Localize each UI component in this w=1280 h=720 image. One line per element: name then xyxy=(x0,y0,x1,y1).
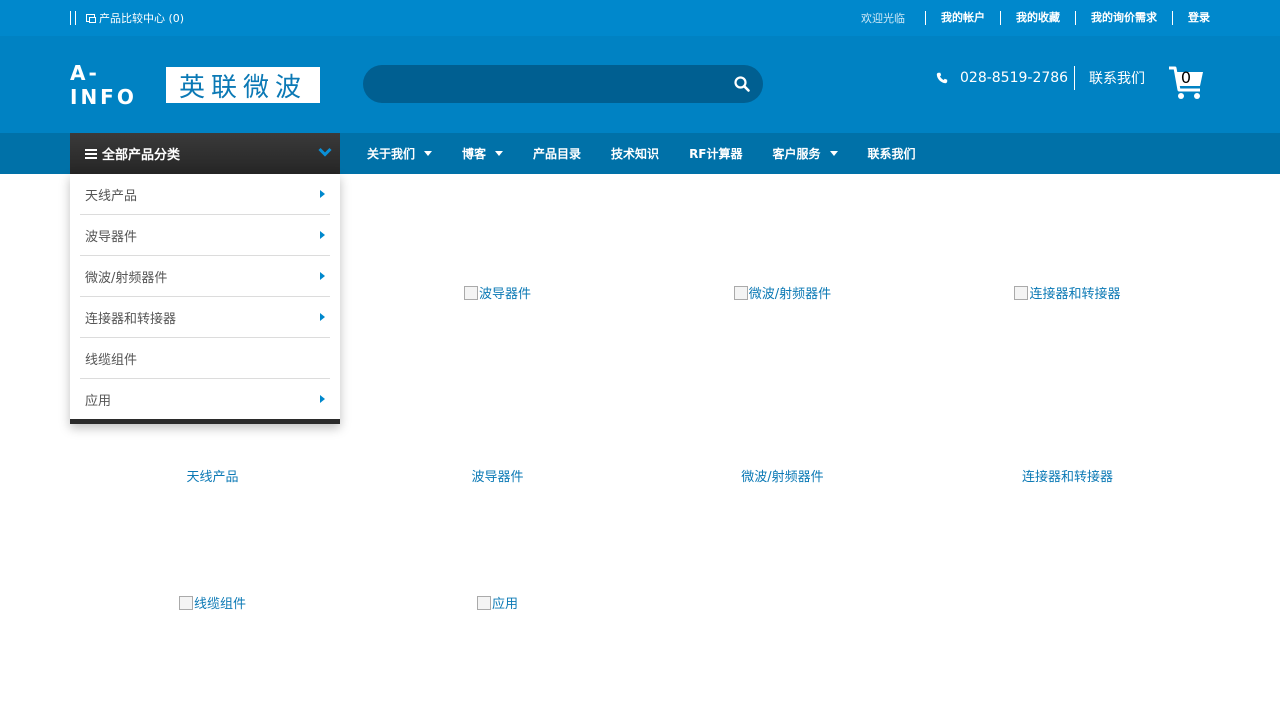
product-caption-text: 微波/射频器件 xyxy=(741,470,824,485)
my-favorites-link[interactable]: 我的收藏 xyxy=(1000,11,1075,25)
contact-us-link[interactable]: 联系我们 xyxy=(1074,66,1145,90)
product-caption-text: 波导器件 xyxy=(471,470,524,485)
my-account-link[interactable]: 我的帐户 xyxy=(925,11,1000,25)
image-alt-text: 线缆组件 xyxy=(193,597,246,612)
divider-bars-icon xyxy=(70,11,76,25)
product-image-connectors[interactable]: 连接器和转接器 xyxy=(925,283,1210,304)
image-alt-text: 波导器件 xyxy=(478,287,531,302)
caret-down-icon xyxy=(424,151,433,156)
logo-text-cn: 英联微波 xyxy=(166,67,320,103)
nav-blog[interactable]: 博客 xyxy=(447,133,518,174)
category-item-connectors[interactable]: 连接器和转接器 xyxy=(80,297,330,338)
nav-tech-knowledge[interactable]: 技术知识 xyxy=(596,133,674,174)
welcome-text: 欢迎光临 xyxy=(861,12,905,25)
nav-about-us[interactable]: 关于我们 xyxy=(352,133,447,174)
product-caption-waveguide[interactable]: 波导器件 xyxy=(355,466,640,485)
category-menu: 天线产品 波导器件 微波/射频器件 连接器和转接器 线缆组件 应用 xyxy=(70,174,340,424)
menu-icon xyxy=(85,148,97,159)
nav-tech-knowledge-label: 技术知识 xyxy=(611,147,660,161)
caret-right-icon xyxy=(320,272,325,280)
logo-text-en: A-INFO xyxy=(70,61,137,109)
image-alt-text: 微波/射频器件 xyxy=(748,287,832,302)
cart-count: 0 xyxy=(1180,68,1192,87)
product-compare-link[interactable]: 产品比较中心 (0) xyxy=(70,0,184,36)
image-alt-text: 连接器和转接器 xyxy=(1029,287,1121,302)
broken-image-icon xyxy=(1014,285,1029,300)
product-image-cable-assemblies[interactable]: 线缆组件 xyxy=(70,593,355,614)
product-caption-text: 连接器和转接器 xyxy=(1021,470,1113,485)
product-image-microwave-rf[interactable]: 微波/射频器件 xyxy=(640,283,925,304)
product-caption-connectors[interactable]: 连接器和转接器 xyxy=(925,466,1210,485)
category-item-label: 微波/射频器件 xyxy=(85,270,168,286)
account-links: 欢迎光临 我的帐户 我的收藏 我的询价需求 登录 xyxy=(861,0,1210,36)
chevron-down-icon xyxy=(318,147,332,157)
site-logo[interactable]: A-INFO 英联微波 xyxy=(70,61,320,109)
nav-items: 关于我们 博客 产品目录 技术知识 RF计算器 客户服务 联系我们 xyxy=(352,133,931,174)
search-icon[interactable] xyxy=(733,75,751,93)
login-link[interactable]: 登录 xyxy=(1172,11,1210,25)
phone-text: 028-8519-2786 xyxy=(960,70,1069,86)
nav-product-catalog-label: 产品目录 xyxy=(533,147,582,161)
nav-customer-service[interactable]: 客户服务 xyxy=(758,133,853,174)
nav-rf-calculator-label: RF计算器 xyxy=(689,147,743,161)
category-item-label: 连接器和转接器 xyxy=(85,311,177,327)
nav-rf-calculator[interactable]: RF计算器 xyxy=(674,133,757,174)
nav-contact-us-label: 联系我们 xyxy=(867,147,916,161)
caret-right-icon xyxy=(320,231,325,239)
category-item-label: 应用 xyxy=(85,394,112,409)
image-alt-text: 应用 xyxy=(491,597,518,612)
top-bar: 产品比较中心 (0) 欢迎光临 我的帐户 我的收藏 我的询价需求 登录 xyxy=(0,0,1280,36)
nav-customer-service-label: 客户服务 xyxy=(772,147,821,161)
caret-down-icon xyxy=(829,151,838,156)
product-image-waveguide[interactable]: 波导器件 xyxy=(355,283,640,304)
category-item-microwave-rf[interactable]: 微波/射频器件 xyxy=(80,256,330,297)
category-item-cable-assemblies[interactable]: 线缆组件 xyxy=(80,338,330,379)
category-item-waveguide[interactable]: 波导器件 xyxy=(80,215,330,256)
broken-image-icon xyxy=(476,595,491,610)
compare-icon xyxy=(86,14,96,23)
all-categories-label: 全部产品分类 xyxy=(102,148,181,163)
all-categories-button[interactable]: 全部产品分类 xyxy=(70,133,340,174)
main-nav: 全部产品分类 关于我们 博客 产品目录 技术知识 RF计算器 客户服务 联系我们 xyxy=(0,133,1280,174)
my-inquiries-link[interactable]: 我的询价需求 xyxy=(1075,11,1172,25)
contact-us-label: 联系我们 xyxy=(1089,71,1145,87)
nav-blog-label: 博客 xyxy=(462,147,487,161)
search-box xyxy=(363,65,763,103)
product-caption-antenna[interactable]: 天线产品 xyxy=(70,466,355,485)
category-item-label: 线缆组件 xyxy=(85,352,138,368)
nav-contact-us[interactable]: 联系我们 xyxy=(853,133,931,174)
category-item-label: 波导器件 xyxy=(85,229,138,245)
phone-number: 028-8519-2786 xyxy=(936,66,1068,90)
caret-right-icon xyxy=(320,395,325,403)
category-item-label: 天线产品 xyxy=(85,188,138,204)
nav-product-catalog[interactable]: 产品目录 xyxy=(518,133,596,174)
caret-right-icon xyxy=(320,190,325,198)
search-input[interactable] xyxy=(379,71,719,97)
cart-button[interactable]: 0 xyxy=(1168,64,1208,102)
broken-image-icon xyxy=(733,285,748,300)
category-item-applications[interactable]: 应用 xyxy=(80,379,330,420)
category-item-antenna[interactable]: 天线产品 xyxy=(80,174,330,215)
compare-label: 产品比较中心 (0) xyxy=(99,12,185,25)
site-header: A-INFO 英联微波 028-8519-2786 联系我们 0 xyxy=(0,36,1280,133)
broken-image-icon xyxy=(463,285,478,300)
product-image-applications[interactable]: 应用 xyxy=(355,593,640,614)
nav-about-us-label: 关于我们 xyxy=(367,147,416,161)
broken-image-icon xyxy=(178,595,193,610)
product-caption-microwave-rf[interactable]: 微波/射频器件 xyxy=(640,466,925,485)
caret-right-icon xyxy=(320,313,325,321)
product-caption-text: 天线产品 xyxy=(186,470,239,485)
phone-icon xyxy=(936,72,948,84)
caret-down-icon xyxy=(495,151,504,156)
